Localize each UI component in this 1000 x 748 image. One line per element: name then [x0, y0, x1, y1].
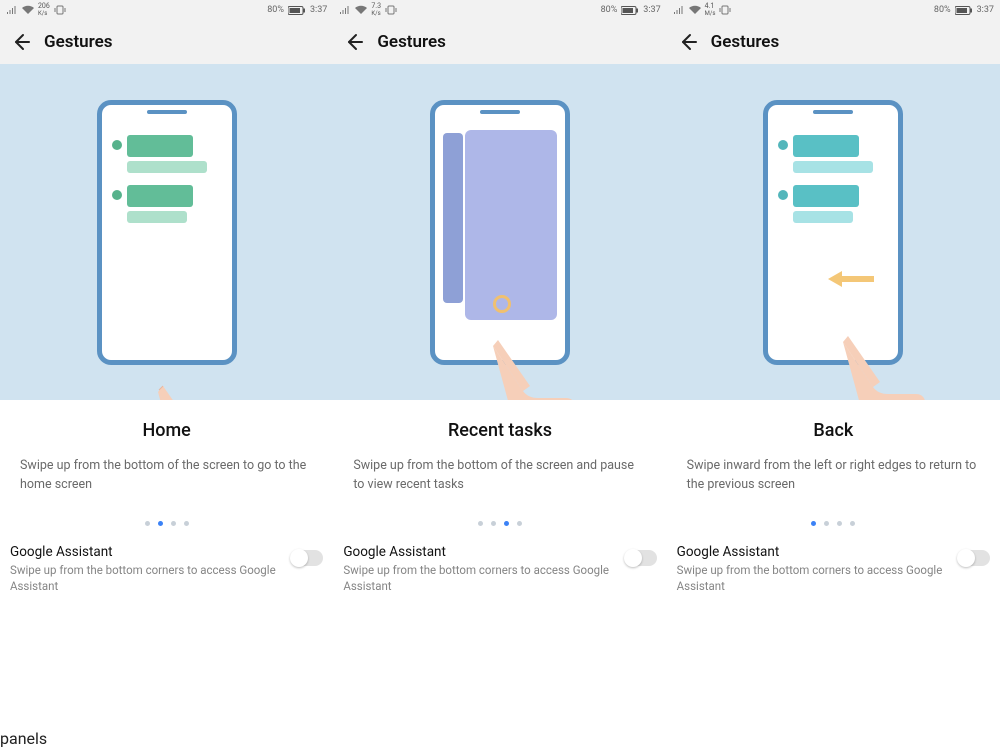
- back-icon[interactable]: [12, 33, 30, 51]
- network-speed: 206 K/s: [38, 3, 50, 17]
- signal-icon: [6, 5, 18, 15]
- hand-icon: [153, 382, 243, 400]
- status-right: 80% 3:37: [267, 5, 327, 15]
- illustration-home: [0, 64, 333, 400]
- clock-time: 3:37: [310, 5, 327, 15]
- status-right: 80% 3:37: [934, 5, 994, 15]
- network-speed: 4.1 M/s: [705, 3, 716, 17]
- dot: [478, 521, 483, 526]
- ga-toggle[interactable]: [625, 550, 657, 566]
- speed-value: 7.3: [371, 3, 381, 10]
- panel-home: 206 K/s 80% 3:37 Gestures: [0, 0, 333, 729]
- ga-toggle[interactable]: [958, 550, 990, 566]
- dot-active: [158, 521, 163, 526]
- signal-icon: [339, 5, 351, 15]
- ga-toggle[interactable]: [291, 550, 323, 566]
- gesture-desc: Swipe up from the bottom of the screen t…: [20, 457, 313, 495]
- page-indicator: [333, 521, 666, 526]
- page-title: Gestures: [711, 32, 780, 52]
- wifi-icon: [689, 5, 701, 15]
- status-left: 4.1 M/s: [673, 3, 732, 17]
- dot: [837, 521, 842, 526]
- header: Gestures: [0, 20, 333, 64]
- ga-text: Google Assistant Swipe up from the botto…: [677, 544, 946, 594]
- battery-icon: [288, 6, 306, 15]
- battery-icon: [621, 6, 639, 15]
- back-icon[interactable]: [679, 33, 697, 51]
- page-title: Gestures: [377, 32, 446, 52]
- ga-desc: Swipe up from the bottom corners to acce…: [10, 562, 279, 594]
- back-icon[interactable]: [345, 33, 363, 51]
- speed-value: 4.1: [705, 3, 716, 10]
- gesture-text: Recent tasks Swipe up from the bottom of…: [333, 400, 666, 503]
- signal-icon: [673, 5, 685, 15]
- google-assistant-row: Google Assistant Swipe up from the botto…: [667, 538, 1000, 594]
- status-left: 206 K/s: [6, 3, 66, 17]
- wifi-icon: [355, 5, 367, 15]
- status-right: 80% 3:37: [601, 5, 661, 15]
- ga-desc: Swipe up from the bottom corners to acce…: [343, 562, 612, 594]
- speed-unit: M/s: [705, 10, 716, 17]
- ga-text: Google Assistant Swipe up from the botto…: [343, 544, 612, 594]
- ga-desc: Swipe up from the bottom corners to acce…: [677, 562, 946, 594]
- dot: [824, 521, 829, 526]
- gesture-text: Back Swipe inward from the left or right…: [667, 400, 1000, 503]
- clock-time: 3:37: [977, 5, 994, 15]
- google-assistant-row: Google Assistant Swipe up from the botto…: [333, 538, 666, 594]
- battery-icon: [955, 6, 973, 15]
- dot: [184, 521, 189, 526]
- illustration-recent: [333, 64, 666, 400]
- dot: [145, 521, 150, 526]
- phone-mock: [763, 100, 903, 365]
- touch-ring-icon: [493, 295, 511, 313]
- google-assistant-row: Google Assistant Swipe up from the botto…: [0, 538, 333, 594]
- panels-container: 206 K/s 80% 3:37 Gestures: [0, 0, 1000, 729]
- status-left: 7.3 K/s: [339, 3, 397, 17]
- gesture-title: Recent tasks: [353, 420, 646, 441]
- dot-active: [504, 521, 509, 526]
- status-bar: 7.3 K/s 80% 3:37: [333, 0, 666, 20]
- page-title: Gestures: [44, 32, 113, 52]
- page-indicator: [667, 521, 1000, 526]
- battery-percent: 80%: [934, 5, 951, 15]
- panel-back: 4.1 M/s 80% 3:37 Gestures: [667, 0, 1000, 729]
- gesture-text: Home Swipe up from the bottom of the scr…: [0, 400, 333, 503]
- dot: [171, 521, 176, 526]
- gesture-title: Back: [687, 420, 980, 441]
- vibrate-icon: [385, 5, 397, 15]
- speed-unit: K/s: [371, 10, 381, 17]
- battery-percent: 80%: [601, 5, 618, 15]
- battery-percent: 80%: [267, 5, 284, 15]
- dot: [491, 521, 496, 526]
- clock-time: 3:37: [643, 5, 660, 15]
- ga-text: Google Assistant Swipe up from the botto…: [10, 544, 279, 594]
- phone-mock: [97, 100, 237, 365]
- page-indicator: [0, 521, 333, 526]
- panel-recent: 7.3 K/s 80% 3:37 Gestures: [333, 0, 666, 729]
- phone-mock: [430, 100, 570, 365]
- dot: [517, 521, 522, 526]
- dot-active: [811, 521, 816, 526]
- ga-title: Google Assistant: [10, 544, 279, 560]
- speed-unit: K/s: [38, 10, 50, 17]
- dot: [850, 521, 855, 526]
- status-bar: 4.1 M/s 80% 3:37: [667, 0, 1000, 20]
- vibrate-icon: [719, 5, 731, 15]
- ga-title: Google Assistant: [677, 544, 946, 560]
- wifi-icon: [22, 5, 34, 15]
- speed-value: 206: [38, 3, 50, 10]
- network-speed: 7.3 K/s: [371, 3, 381, 17]
- header: Gestures: [667, 20, 1000, 64]
- vibrate-icon: [54, 5, 66, 15]
- swipe-arrow-icon: [828, 271, 874, 287]
- ga-title: Google Assistant: [343, 544, 612, 560]
- header: Gestures: [333, 20, 666, 64]
- gesture-desc: Swipe inward from the left or right edge…: [687, 457, 980, 495]
- status-bar: 206 K/s 80% 3:37: [0, 0, 333, 20]
- gesture-title: Home: [20, 420, 313, 441]
- gesture-desc: Swipe up from the bottom of the screen a…: [353, 457, 646, 495]
- illustration-back: [667, 64, 1000, 400]
